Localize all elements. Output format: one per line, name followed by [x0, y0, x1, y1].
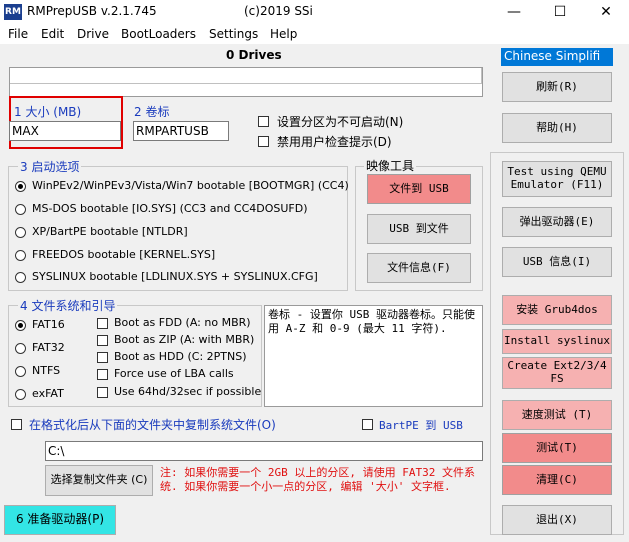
- menu-drive[interactable]: Drive: [77, 27, 109, 41]
- clean-button[interactable]: 清理(C): [502, 465, 612, 495]
- size-input[interactable]: MAX: [9, 121, 121, 141]
- install-grub4dos-button[interactable]: 安装 Grub4dos: [502, 295, 612, 325]
- fs-radio-fat16[interactable]: [15, 320, 26, 331]
- app-icon: RM: [4, 4, 22, 20]
- choose-folder-button[interactable]: 选择复制文件夹 (C): [45, 465, 153, 496]
- file-info-button[interactable]: 文件信息(F): [367, 253, 471, 283]
- filesystem-title: 4 文件系统和引导: [18, 297, 118, 314]
- size-label: 1 大小 (MB): [14, 105, 82, 119]
- non-bootable-checkbox[interactable]: [258, 116, 269, 127]
- fs-radio-exfat[interactable]: [15, 389, 26, 400]
- boot-radio-msdos[interactable]: [15, 204, 26, 215]
- maximize-button[interactable]: ☐: [537, 0, 583, 24]
- title-bar: RM RMPrepUSB v.2.1.745 (c)2019 SSi — ☐ ✕: [0, 0, 629, 24]
- use-64hd-checkbox[interactable]: [97, 387, 108, 398]
- copy-files-label: 在格式化后从下面的文件夹中复制系统文件(O): [29, 418, 276, 432]
- boot-zip-checkbox[interactable]: [97, 335, 108, 346]
- drives-count: 0 Drives: [226, 48, 282, 62]
- language-select[interactable]: Chinese Simplifi: [501, 48, 613, 66]
- fs-label-fat32: FAT32: [32, 341, 65, 354]
- fs-radio-ntfs[interactable]: [15, 366, 26, 377]
- boot-radio-syslinux[interactable]: [15, 272, 26, 283]
- prepare-drive-button[interactable]: 6 准备驱动器(P): [4, 505, 116, 535]
- minimize-button[interactable]: —: [491, 0, 537, 24]
- fs-radio-fat32[interactable]: [15, 343, 26, 354]
- window-copyright: (c)2019 SSi: [244, 4, 313, 18]
- speed-test-button[interactable]: 速度测试 (T): [502, 400, 612, 430]
- fs-label-exfat: exFAT: [32, 387, 64, 400]
- boot-hdd-label: Boot as HDD (C: 2PTNS): [114, 350, 247, 363]
- boot-hdd-checkbox[interactable]: [97, 352, 108, 363]
- note-text: 注: 如果你需要一个 2GB 以上的分区, 请使用 FAT32 文件系统. 如果…: [160, 466, 475, 494]
- force-lba-label: Force use of LBA calls: [114, 367, 234, 380]
- boot-label-msdos: MS-DOS bootable [IO.SYS] (CC3 and CC4DOS…: [32, 202, 308, 215]
- menu-bar: File Edit Drive BootLoaders Settings Hel…: [0, 24, 629, 44]
- non-bootable-label: 设置分区为不可启动(N): [277, 115, 404, 129]
- usb-to-file-button[interactable]: USB 到文件: [367, 214, 471, 244]
- install-syslinux-button[interactable]: Install syslinux: [502, 329, 612, 354]
- refresh-button[interactable]: 刷新(R): [502, 72, 612, 102]
- exit-button[interactable]: 退出(X): [502, 505, 612, 535]
- volume-input[interactable]: RMPARTUSB: [133, 121, 229, 141]
- fs-label-fat16: FAT16: [32, 318, 65, 331]
- close-button[interactable]: ✕: [583, 0, 629, 24]
- help-textarea[interactable]: 卷标 - 设置你 USB 驱动器卷标。只能使用 A-Z 和 0-9 (最大 11…: [264, 305, 483, 407]
- boot-fdd-label: Boot as FDD (A: no MBR): [114, 316, 251, 329]
- file-to-usb-button[interactable]: 文件到 USB: [367, 174, 471, 204]
- boot-zip-label: Boot as ZIP (A: with MBR): [114, 333, 255, 346]
- fs-label-ntfs: NTFS: [32, 364, 61, 377]
- copy-path-input[interactable]: C:\: [45, 441, 483, 461]
- menu-bootloaders[interactable]: BootLoaders: [121, 27, 196, 41]
- menu-file[interactable]: File: [8, 27, 28, 41]
- window-title: RMPrepUSB v.2.1.745: [27, 4, 157, 18]
- force-lba-checkbox[interactable]: [97, 369, 108, 380]
- use-64hd-label: Use 64hd/32sec if possible: [114, 385, 262, 398]
- boot-radio-xp[interactable]: [15, 227, 26, 238]
- boot-fdd-checkbox[interactable]: [97, 318, 108, 329]
- copy-files-checkbox[interactable]: [11, 419, 22, 430]
- boot-label-xp: XP/BartPE bootable [NTLDR]: [32, 225, 188, 238]
- boot-radio-freedos[interactable]: [15, 250, 26, 261]
- test-qemu-button[interactable]: Test using QEMU Emulator (F11): [502, 161, 612, 197]
- menu-edit[interactable]: Edit: [41, 27, 64, 41]
- boot-options-title: 3 启动选项: [18, 158, 82, 175]
- boot-label-freedos: FREEDOS bootable [KERNEL.SYS]: [32, 248, 216, 261]
- image-tools-title: 映像工具: [364, 157, 417, 174]
- bartpe-label: BartPE 到 USB: [379, 419, 463, 432]
- menu-help[interactable]: Help: [270, 27, 297, 41]
- volume-label: 2 卷标: [134, 105, 170, 119]
- boot-label-syslinux: SYSLINUX bootable [LDLINUX.SYS + SYSLINU…: [32, 270, 318, 283]
- eject-drive-button[interactable]: 弹出驱动器(E): [502, 207, 612, 237]
- help-button[interactable]: 帮助(H): [502, 113, 612, 143]
- bartpe-checkbox[interactable]: [362, 419, 373, 430]
- boot-label-winpe: WinPEv2/WinPEv3/Vista/Win7 bootable [BOO…: [32, 179, 349, 192]
- usb-info-button[interactable]: USB 信息(I): [502, 247, 612, 277]
- drive-list[interactable]: [9, 67, 483, 97]
- create-ext-fs-button[interactable]: Create Ext2/3/4 FS: [502, 357, 612, 389]
- disable-prompt-checkbox[interactable]: [258, 136, 269, 147]
- menu-settings[interactable]: Settings: [209, 27, 258, 41]
- test-button[interactable]: 测试(T): [502, 433, 612, 463]
- boot-radio-winpe[interactable]: [15, 181, 26, 192]
- disable-prompt-label: 禁用用户检查提示(D): [277, 135, 392, 149]
